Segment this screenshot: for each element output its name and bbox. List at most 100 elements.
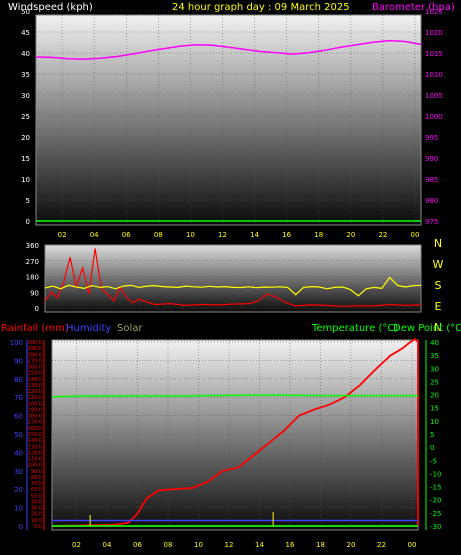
time-tick-label: 10 bbox=[186, 231, 195, 239]
humidity-tick-label: 100 bbox=[10, 339, 23, 347]
humidity-tick-label: 30 bbox=[14, 468, 23, 476]
time-tick-label: 08 bbox=[154, 231, 163, 239]
legend-solar: Solar bbox=[117, 323, 143, 334]
temperature-tick-label: 25 bbox=[430, 378, 439, 386]
rainfall-tick-label: 210.0 bbox=[28, 395, 42, 401]
windspeed-tick-label: 15 bbox=[21, 155, 30, 163]
rainfall-tick-label: 160.0 bbox=[28, 426, 42, 432]
rainfall-tick-label: 90.0 bbox=[31, 469, 42, 475]
temperature-tick-label: -5 bbox=[430, 457, 437, 465]
windspeed-tick-label: 30 bbox=[21, 92, 30, 100]
time-tick-label: 04 bbox=[103, 541, 112, 549]
humidity-tick-label: 80 bbox=[14, 376, 23, 384]
rainfall-tick-label: 20.0 bbox=[31, 512, 42, 518]
rainfall-tick-label: 10.0 bbox=[31, 518, 42, 524]
panel-2-plot-area bbox=[44, 244, 422, 313]
barometer-tick-label: 990 bbox=[425, 155, 438, 163]
direction-tick-label: 90 bbox=[30, 289, 39, 297]
windspeed-tick-label: 20 bbox=[21, 134, 30, 142]
time-tick-label: 04 bbox=[90, 231, 99, 239]
windspeed-tick-label: 35 bbox=[21, 71, 30, 79]
barometer-tick-label: 980 bbox=[425, 197, 438, 205]
panel-3-time-ticks: 02 04 06 08 10 12 14 16 18 20 22 00 bbox=[72, 541, 416, 549]
time-tick-label: 14 bbox=[250, 231, 259, 239]
rainfall-tick-label: 220.0 bbox=[28, 389, 42, 395]
time-tick-label: 08 bbox=[164, 541, 173, 549]
direction-tick-label: 180 bbox=[26, 274, 39, 282]
rainfall-tick-label: 110.0 bbox=[28, 457, 42, 463]
time-tick-label: 22 bbox=[378, 231, 387, 239]
rainfall-tick-label: 200.0 bbox=[28, 401, 42, 407]
time-tick-label: 00 bbox=[411, 231, 420, 239]
rainfall-tick-label: 290.0 bbox=[28, 346, 42, 352]
legend-temperature: Temperature (°C) bbox=[311, 323, 398, 334]
compass-letter-ticks: NWSEN bbox=[433, 237, 444, 334]
direction-degree-ticks: 0 90 180 270 360 bbox=[26, 242, 39, 313]
humidity-tick-label: 10 bbox=[14, 505, 23, 513]
time-tick-label: 14 bbox=[255, 541, 264, 549]
humidity-tick-label: 40 bbox=[14, 449, 23, 457]
temperature-tick-label: 30 bbox=[430, 365, 439, 373]
temperature-tick-label: -15 bbox=[430, 484, 441, 492]
rainfall-tick-label: 150.0 bbox=[28, 432, 42, 438]
time-tick-label: 02 bbox=[72, 541, 81, 549]
humidity-ticks: 0 10 20 30 40 50 60 70 80 90 100 bbox=[10, 339, 23, 531]
direction-tick-label: 360 bbox=[26, 242, 39, 250]
time-tick-label: 12 bbox=[218, 231, 227, 239]
panel-wind-barometer: Windspeed (kph) 24 hour graph day : 09 M… bbox=[8, 2, 455, 239]
direction-tick-label: 270 bbox=[26, 258, 39, 266]
rainfall-tick-label: 300.0 bbox=[28, 340, 42, 346]
compass-letter: N bbox=[434, 237, 442, 250]
time-tick-label: 20 bbox=[347, 541, 356, 549]
panel-rain-humidity-temp: Rainfall (mm) Humidity Solar Temperature… bbox=[1, 323, 461, 549]
barometer-tick-label: 1020 bbox=[425, 29, 443, 37]
temperature-tick-label: -20 bbox=[430, 497, 441, 505]
time-tick-label: 18 bbox=[314, 231, 323, 239]
humidity-tick-label: 0 bbox=[19, 523, 23, 531]
humidity-tick-label: 70 bbox=[14, 394, 23, 402]
weather-chart: Windspeed (kph) 24 hour graph day : 09 M… bbox=[1, 2, 461, 549]
humidity-tick-label: 20 bbox=[14, 486, 23, 494]
barometer-tick-label: 985 bbox=[425, 176, 438, 184]
temperature-tick-label: 15 bbox=[430, 405, 439, 413]
barometer-tick-label: 995 bbox=[425, 134, 438, 142]
rainfall-tick-label: 0.0 bbox=[34, 524, 42, 530]
rainfall-tick-label: 280.0 bbox=[28, 352, 42, 358]
humidity-tick-label: 60 bbox=[14, 413, 23, 421]
time-tick-label: 16 bbox=[286, 541, 295, 549]
temperature-tick-label: 10 bbox=[430, 418, 439, 426]
rainfall-tick-label: 180.0 bbox=[28, 414, 42, 420]
rainfall-tick-label: 30.0 bbox=[31, 506, 42, 512]
temperature-tick-label: 0 bbox=[430, 444, 434, 452]
barometer-tick-label: 1025 bbox=[425, 8, 443, 16]
windspeed-tick-label: 0 bbox=[26, 218, 30, 226]
time-tick-label: 10 bbox=[194, 541, 203, 549]
time-tick-label: 22 bbox=[377, 541, 386, 549]
compass-letter: E bbox=[435, 300, 442, 313]
rainfall-tick-label: 70.0 bbox=[31, 481, 42, 487]
time-tick-label: 16 bbox=[282, 231, 291, 239]
compass-letter: S bbox=[435, 279, 442, 292]
windspeed-tick-label: 40 bbox=[21, 50, 30, 58]
temperature-ticks: 40 35 30 25 20 15 10 5 0 -5 -10 -15 -20 -25 -30 bbox=[430, 339, 441, 531]
barometer-tick-label: 1010 bbox=[425, 71, 443, 79]
direction-tick-label: 0 bbox=[35, 305, 39, 313]
windspeed-ticks: 0 5 10 15 20 25 30 35 40 45 50 bbox=[21, 8, 30, 226]
temperature-tick-label: 5 bbox=[430, 431, 434, 439]
rainfall-tick-label: 270.0 bbox=[28, 358, 42, 364]
legend-rainfall: Rainfall (mm) bbox=[1, 323, 69, 334]
temperature-tick-label: 35 bbox=[430, 352, 439, 360]
temperature-tick-label: 20 bbox=[430, 392, 439, 400]
rainfall-tick-label: 130.0 bbox=[28, 444, 42, 450]
barometer-tick-label: 1005 bbox=[425, 92, 443, 100]
time-tick-label: 00 bbox=[408, 541, 417, 549]
legend-humidity: Humidity bbox=[66, 323, 111, 334]
rainfall-tick-label: 100.0 bbox=[28, 463, 42, 469]
windspeed-tick-label: 5 bbox=[26, 197, 30, 205]
rainfall-tick-label: 260.0 bbox=[28, 365, 42, 371]
panel-1-time-ticks: 02 04 06 08 10 12 14 16 18 20 22 00 bbox=[58, 231, 420, 239]
panel-wind-direction: 090180270360 NWSEN bbox=[26, 237, 444, 334]
legend-dewpoint: Dew Point (°C) bbox=[393, 323, 461, 334]
windspeed-tick-label: 25 bbox=[21, 113, 30, 121]
chart-title: 24 hour graph day : 09 March 2025 bbox=[172, 2, 350, 13]
